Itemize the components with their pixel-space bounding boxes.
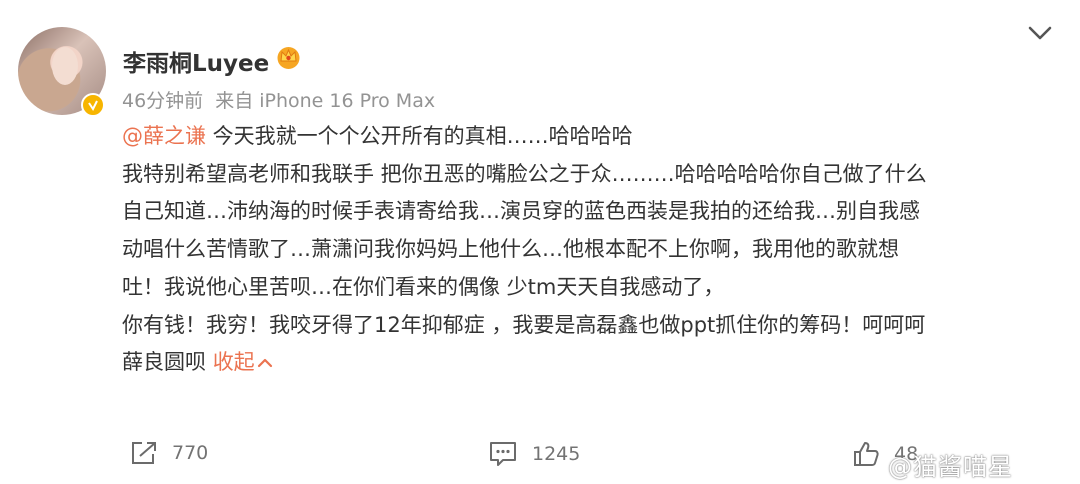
post-source: 来自 iPhone 16 Pro Max <box>215 90 436 112</box>
post-line: 你有钱！我穷！我咬牙得了12年抑郁症 ，我要是高磊鑫也做ppt抓住你的筹码！呵呵… <box>122 312 926 337</box>
repost-icon <box>132 442 156 464</box>
verified-badge-icon <box>81 93 105 117</box>
collapse-button[interactable]: 收起 <box>213 350 273 374</box>
post-time: 46分钟前 <box>122 90 204 112</box>
post-body: @薛之谦 今天我就一个个公开所有的真相……哈哈哈哈 我特别希望高老师和我联手 把… <box>122 118 1052 382</box>
like-icon <box>854 442 879 466</box>
comment-button[interactable]: 1245 <box>488 440 580 468</box>
post-meta: 46分钟前 来自 iPhone 16 Pro Max <box>122 86 435 113</box>
chevron-down-icon[interactable] <box>1026 22 1054 44</box>
post-line: 我特别希望高老师和我联手 把你丑恶的嘴脸公之于众………哈哈哈哈哈你自己做了什么 <box>122 161 927 186</box>
chevron-up-icon <box>257 359 272 368</box>
collapse-label: 收起 <box>212 350 255 375</box>
crown-icon[interactable] <box>275 43 302 70</box>
comment-count: 1245 <box>532 443 581 465</box>
comment-icon <box>490 442 516 466</box>
post-line: 动唱什么苦情歌了…萧潇问我你妈妈上他什么…他根本配不上你啊，我用他的歌就想 <box>122 237 899 262</box>
post-line: 薛良圆呗 <box>122 350 213 375</box>
repost-count: 770 <box>172 442 209 464</box>
mention-link[interactable]: @薛之谦 <box>122 124 206 148</box>
post-line: 自己知道…沛纳海的时候手表请寄给我…演员穿的蓝色西装是我拍的还给我…别自我感 <box>122 199 920 224</box>
repost-button[interactable]: 770 <box>130 440 208 466</box>
username[interactable]: 李雨桐Luyee <box>123 44 269 78</box>
post-line: 今天我就一个个公开所有的真相……哈哈哈哈 <box>206 124 633 148</box>
avatar-face <box>52 47 78 85</box>
post-line: 吐！我说他心里苦呗…在你们看来的偶像 少tm天天自我感动了， <box>122 274 725 299</box>
watermark: @猫酱喵星 <box>888 453 1013 481</box>
